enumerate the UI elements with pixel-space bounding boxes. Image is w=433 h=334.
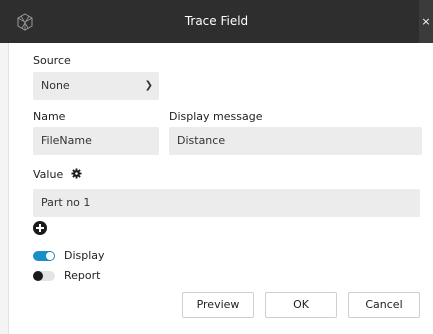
value-label: Value — [33, 168, 64, 181]
dialog-title: Trace Field — [184, 14, 249, 28]
name-input[interactable]: FileName — [33, 127, 159, 155]
name-label: Name — [33, 110, 66, 123]
value-label-group: Value — [33, 168, 82, 181]
chevron-down-icon: ❯ — [144, 80, 153, 91]
left-edge — [0, 43, 9, 334]
report-toggle[interactable] — [33, 271, 55, 281]
cancel-button[interactable]: Cancel — [348, 292, 420, 318]
source-label: Source — [33, 54, 71, 67]
source-select-value: None — [41, 79, 70, 92]
toggle-knob — [33, 271, 43, 281]
toggle-knob — [46, 252, 54, 260]
source-select[interactable]: None ❯ — [33, 72, 159, 100]
add-icon[interactable] — [33, 221, 47, 235]
close-button[interactable]: × — [419, 0, 433, 43]
display-message-label: Display message — [169, 110, 263, 123]
display-message-input[interactable]: Distance — [169, 127, 422, 155]
report-toggle-label: Report — [64, 269, 101, 282]
value-input[interactable]: Part no 1 — [33, 189, 420, 217]
title-bar: Trace Field × — [0, 0, 433, 43]
ok-button[interactable]: OK — [265, 292, 337, 318]
gear-icon[interactable] — [71, 168, 82, 179]
display-toggle-label: Display — [64, 249, 105, 262]
display-toggle[interactable] — [33, 251, 55, 261]
preview-button[interactable]: Preview — [182, 292, 254, 318]
